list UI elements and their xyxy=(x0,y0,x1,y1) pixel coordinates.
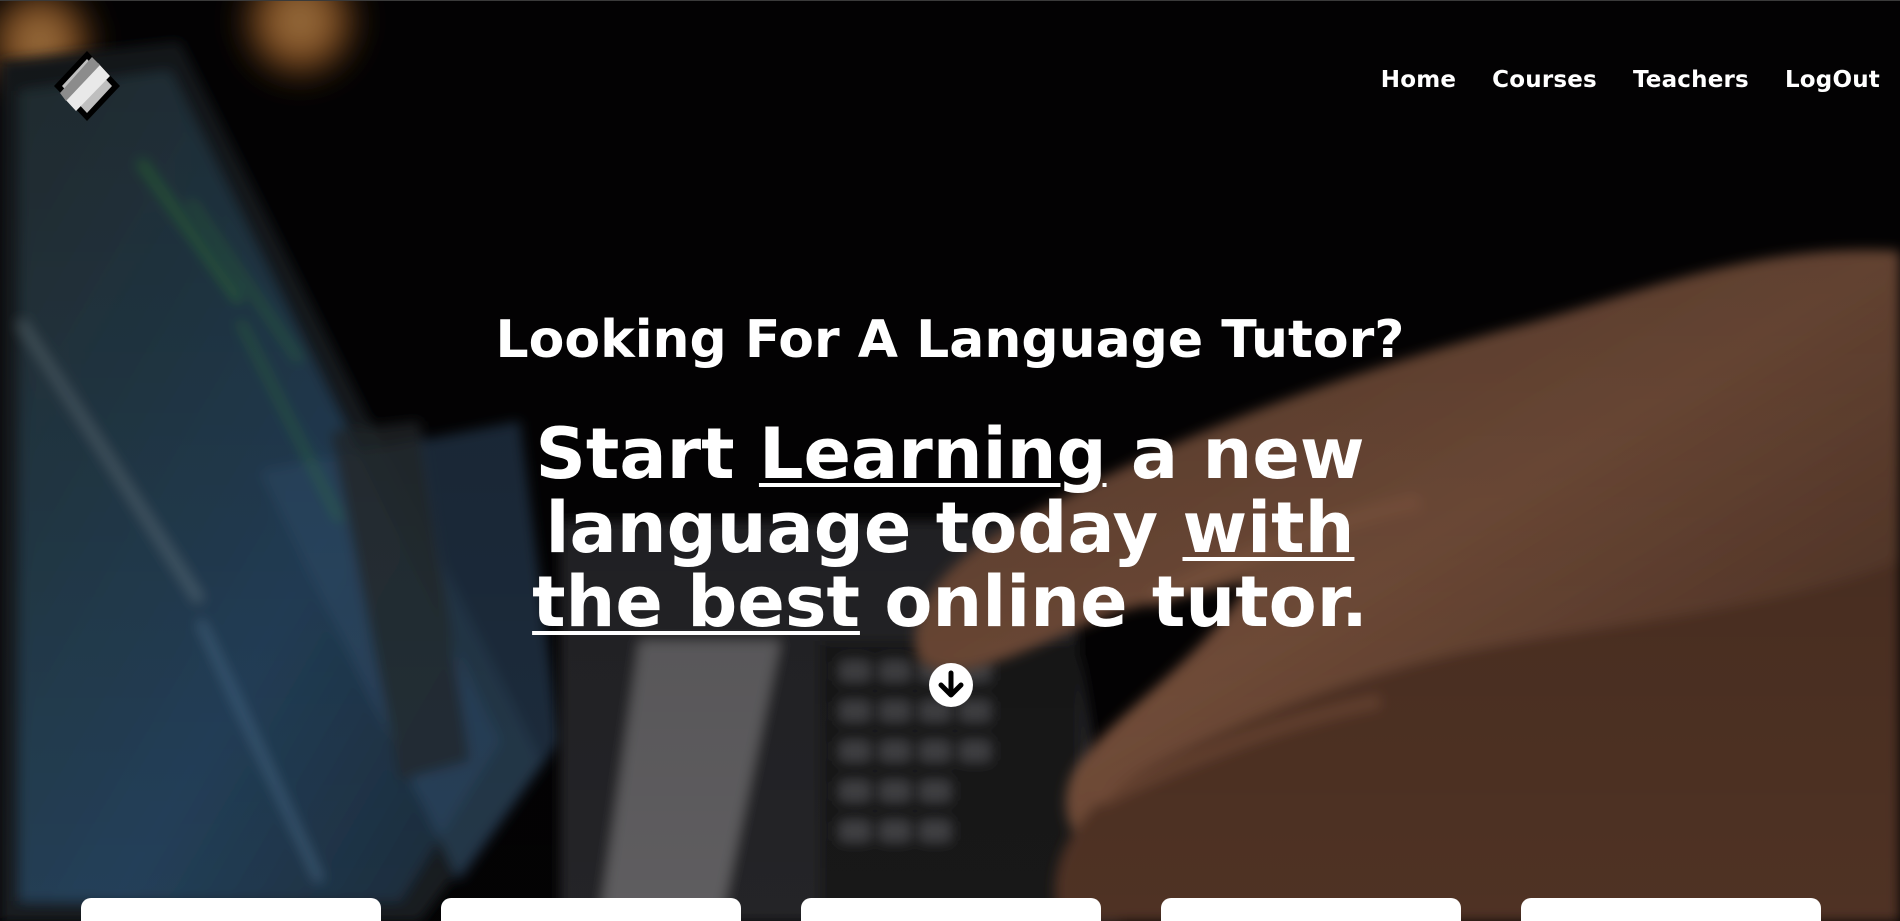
course-card[interactable] xyxy=(1161,898,1461,921)
nav-logout-link[interactable]: LogOut xyxy=(1785,67,1880,93)
course-cards-row xyxy=(81,898,1821,921)
headline-underline-learning: Learning xyxy=(758,413,1107,495)
page: Home Courses Teachers LogOut Looking For… xyxy=(0,0,1900,921)
diamond-logo-icon[interactable] xyxy=(52,49,122,123)
course-card[interactable] xyxy=(1521,898,1821,921)
nav-teachers-link[interactable]: Teachers xyxy=(1633,67,1749,93)
course-card[interactable] xyxy=(801,898,1101,921)
nav-courses-link[interactable]: Courses xyxy=(1492,67,1597,93)
nav-home-link[interactable]: Home xyxy=(1381,67,1456,93)
headline-text-start: Start xyxy=(535,413,759,495)
hero-eyebrow: Looking For A Language Tutor? xyxy=(495,310,1405,370)
headline-text-end: online tutor. xyxy=(859,561,1368,643)
course-card[interactable] xyxy=(81,898,381,921)
course-card[interactable] xyxy=(441,898,741,921)
arrow-down-circle-icon[interactable] xyxy=(929,663,973,707)
main-nav: Home Courses Teachers LogOut xyxy=(1381,67,1880,93)
hero-headline: Start Learning a new language today with… xyxy=(500,417,1400,639)
